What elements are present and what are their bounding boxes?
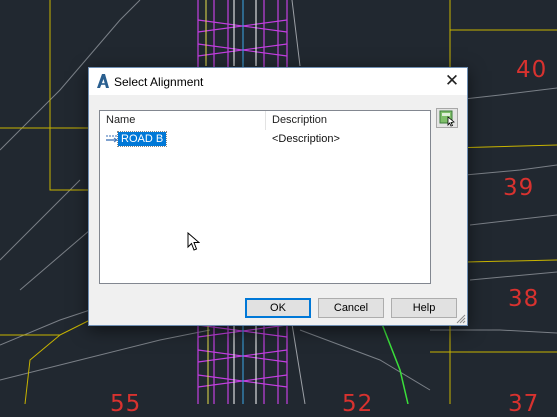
row-name-cell[interactable]: ROAD B xyxy=(116,131,168,147)
mouse-cursor-icon xyxy=(187,232,200,251)
autocad-civil-a-icon xyxy=(97,74,109,88)
column-header-name[interactable]: Name xyxy=(100,111,266,130)
lot-number-label: 38 xyxy=(508,286,540,312)
lot-number-label: 40 xyxy=(516,57,548,83)
lot-number-label: 37 xyxy=(508,391,540,417)
dialog-title: Select Alignment xyxy=(114,75,204,89)
ok-button[interactable]: OK xyxy=(245,298,311,318)
lot-number-label: 39 xyxy=(503,175,535,201)
list-item[interactable]: ROAD B <Description> xyxy=(100,131,430,147)
resize-grip-icon[interactable] xyxy=(456,314,466,324)
lot-number-label: 52 xyxy=(342,391,374,417)
select-alignment-dialog: Select Alignment ✕ Name Description ROAD… xyxy=(88,67,468,326)
alignment-list[interactable]: Name Description ROAD B <Description> xyxy=(99,110,431,284)
column-header-description[interactable]: Description xyxy=(266,111,430,130)
pick-from-drawing-button[interactable] xyxy=(436,108,458,128)
lot-number-label: 55 xyxy=(110,391,142,417)
pick-from-drawing-icon xyxy=(439,110,455,127)
alignment-icon xyxy=(106,135,118,143)
cancel-button[interactable]: Cancel xyxy=(318,298,384,318)
close-icon[interactable]: ✕ xyxy=(437,68,467,95)
row-description-cell: <Description> xyxy=(272,133,340,145)
help-button[interactable]: Help xyxy=(391,298,457,318)
dialog-titlebar[interactable]: Select Alignment ✕ xyxy=(89,68,467,95)
